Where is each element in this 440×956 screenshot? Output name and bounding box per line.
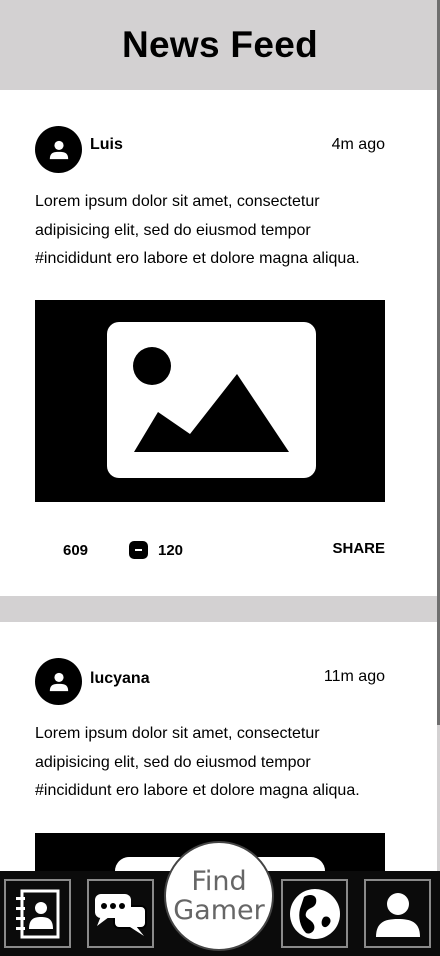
bottom-nav: Find Gamer xyxy=(0,841,440,956)
app-header: News Feed xyxy=(0,0,440,90)
post-body-line: Lorem ipsum dolor sit amet, consectetur xyxy=(35,193,320,210)
page-title: News Feed xyxy=(122,24,318,65)
profile-icon xyxy=(375,892,420,937)
find-gamer-button[interactable]: Find Gamer xyxy=(164,841,274,951)
likes-count[interactable]: 609 xyxy=(63,542,88,559)
avatar[interactable] xyxy=(35,658,82,705)
post-author[interactable]: Luis xyxy=(90,136,123,154)
post-body-line: adipisicing elit, sed do eiusmod tempor xyxy=(35,753,311,771)
comments-count[interactable]: 120 xyxy=(158,542,183,559)
nav-chat-button[interactable] xyxy=(87,879,154,948)
nav-globe-button[interactable] xyxy=(281,879,348,948)
user-icon xyxy=(49,140,68,159)
post-time: 11m ago xyxy=(323,668,385,685)
nav-contacts-button[interactable] xyxy=(4,879,71,948)
post-body-line: Lorem ipsum dolor sit amet, consectetur xyxy=(35,725,320,742)
share-button[interactable]: SHARE xyxy=(332,540,385,557)
image-placeholder-icon xyxy=(107,322,316,478)
post-time: 4m ago xyxy=(331,136,385,153)
chat-icon xyxy=(94,893,147,936)
post-image[interactable] xyxy=(35,300,385,502)
post-author[interactable]: lucyana xyxy=(90,670,150,688)
post-body-line: #incididunt ero labore et dolore magna a… xyxy=(35,782,360,799)
post-body: Lorem ipsum dolor sit amet, consectetur … xyxy=(35,188,395,274)
user-icon xyxy=(49,672,68,691)
find-gamer-label: Find xyxy=(191,866,247,897)
post-body: Lorem ipsum dolor sit amet, consectetur … xyxy=(35,720,395,806)
post-body-line: #incididunt ero labore et dolore magna a… xyxy=(35,250,360,267)
nav-profile-button[interactable] xyxy=(364,879,431,948)
comment-icon[interactable] xyxy=(129,541,148,564)
find-gamer-label: Gamer xyxy=(173,895,265,926)
post-body-line: adipisicing elit, sed do eiusmod tempor xyxy=(35,221,311,239)
avatar[interactable] xyxy=(35,126,82,173)
contacts-icon xyxy=(15,889,59,938)
post-card: Luis 4m ago Lorem ipsum dolor sit amet, … xyxy=(0,90,437,596)
globe-icon xyxy=(289,888,340,939)
